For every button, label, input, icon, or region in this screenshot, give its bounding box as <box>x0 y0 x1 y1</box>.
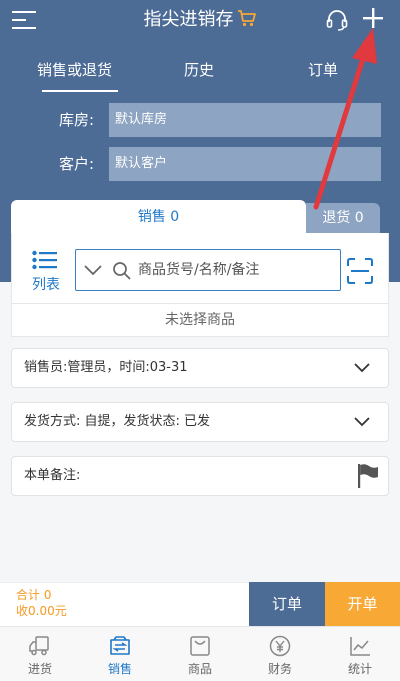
sales-icon <box>110 636 130 655</box>
nav-item-purchase[interactable]: 进货 <box>0 627 80 681</box>
chevron-down-icon <box>354 363 370 373</box>
nav-item-stats[interactable]: 统计 <box>320 627 400 681</box>
chevron-down-icon <box>354 417 370 427</box>
nav-item-finance[interactable]: 财务 <box>240 627 320 681</box>
headset-icon[interactable] <box>325 8 349 32</box>
tab-sales-or-return[interactable]: 销售或退货 <box>37 52 112 88</box>
tab-returns[interactable]: 退货 0 <box>306 203 380 233</box>
list-icon <box>32 250 57 270</box>
nav-item-sales[interactable]: 销售 <box>80 627 160 681</box>
product-icon <box>190 636 210 656</box>
chart-icon <box>350 637 370 656</box>
remark-label: 本单备注: <box>24 468 81 483</box>
total-amount: 收0.00元 <box>16 604 67 618</box>
cart-icon <box>237 10 256 27</box>
nav-label-sales: 销售 <box>107 662 132 676</box>
top-tabs: 销售或退货 历史 订单 <box>0 52 400 92</box>
product-search-box[interactable] <box>75 249 341 291</box>
product-search-input[interactable] <box>138 250 334 290</box>
customer-row: 客户: 默认客户 <box>0 147 400 181</box>
customer-select[interactable]: 默认客户 <box>109 147 381 181</box>
truck-icon <box>29 636 49 656</box>
nav-label-purchase: 进货 <box>27 662 52 676</box>
chevron-down-icon[interactable] <box>84 263 102 277</box>
scan-icon[interactable] <box>347 258 373 284</box>
salesperson-row[interactable]: 销售员:管理员，时间:03-31 <box>11 348 389 388</box>
warehouse-label: 库房: <box>58 111 94 129</box>
shipping-text: 发货方式: 自提，发货状态: 已发 <box>24 414 211 429</box>
list-button[interactable]: 列表 <box>24 250 68 294</box>
submit-order-button[interactable]: 开单 <box>325 582 400 626</box>
yuan-icon <box>269 635 291 657</box>
total-count: 合计 0 <box>16 588 52 602</box>
nav-item-products[interactable]: 商品 <box>160 627 240 681</box>
flag-icon[interactable] <box>356 463 380 489</box>
warehouse-row: 库房: 默认库房 <box>0 103 400 137</box>
tab-orders[interactable]: 订单 <box>308 52 338 88</box>
search-icon <box>113 262 131 280</box>
salesperson-text: 销售员:管理员，时间:03-31 <box>24 360 188 375</box>
tab-history[interactable]: 历史 <box>184 52 214 88</box>
customer-label: 客户: <box>58 155 94 173</box>
bottom-nav: 进货 销售 商品 财务 统计 <box>0 626 400 681</box>
list-button-label: 列表 <box>32 277 60 293</box>
plus-icon[interactable] <box>362 7 384 29</box>
remark-row[interactable]: 本单备注: <box>11 456 389 496</box>
nav-label-stats: 统计 <box>347 662 372 676</box>
order-button[interactable]: 订单 <box>249 582 325 626</box>
shipping-row[interactable]: 发货方式: 自提，发货状态: 已发 <box>11 402 389 442</box>
nav-label-finance: 财务 <box>267 662 292 676</box>
app-title-text: 指尖进销存 <box>143 9 234 30</box>
tab-sales[interactable]: 销售 0 <box>11 200 306 236</box>
nav-label-products: 商品 <box>187 662 212 676</box>
warehouse-select[interactable]: 默认库房 <box>109 103 381 137</box>
active-tab-indicator <box>42 90 118 92</box>
empty-product-message: 未选择商品 <box>11 303 389 337</box>
